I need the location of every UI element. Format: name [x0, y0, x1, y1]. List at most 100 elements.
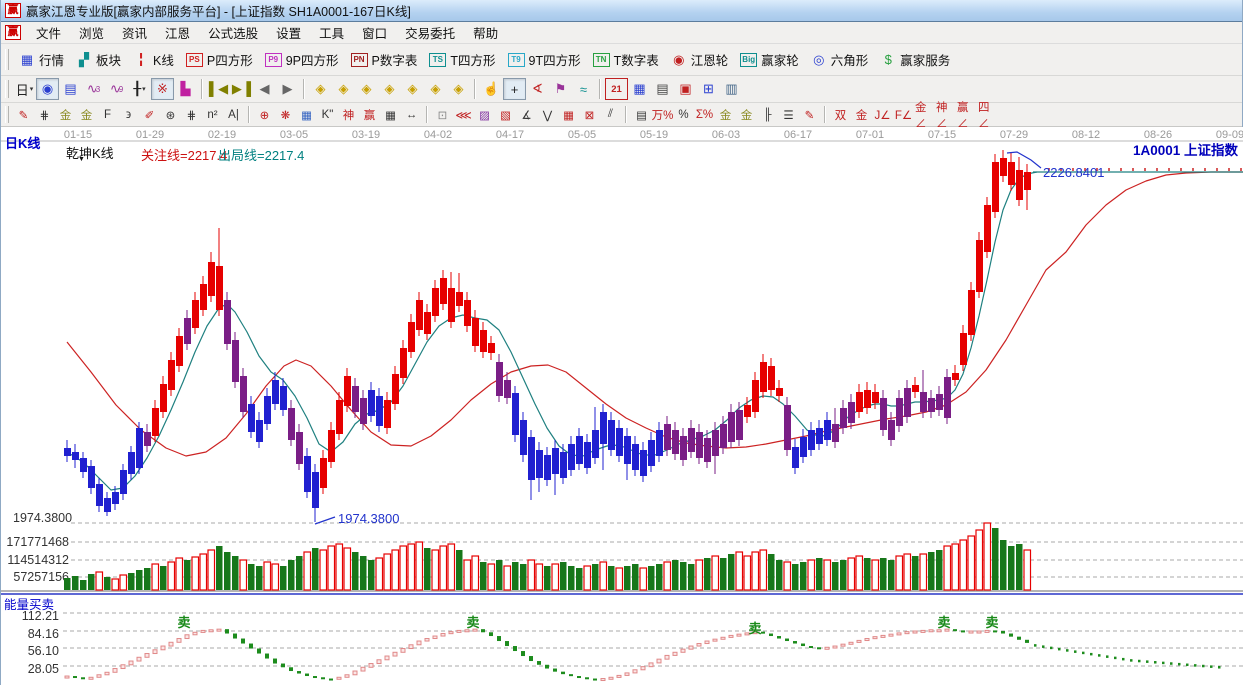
ying-angle-button[interactable]: 赢∠ [956, 102, 977, 130]
hexagon-button[interactable]: ◎ 六角形 [805, 47, 875, 72]
indicator-title[interactable]: 能量买卖 [4, 594, 54, 613]
menu-item-江恩[interactable]: 江恩 [156, 21, 199, 44]
menu-item-窗口[interactable]: 窗口 [353, 21, 396, 44]
box-tool-button[interactable]: ⊡ [432, 105, 453, 125]
n-square-button[interactable]: n² [202, 105, 223, 125]
save-button[interactable]: ▣ [674, 78, 697, 100]
menu-item-工具[interactable]: 工具 [310, 21, 353, 44]
number-axis-button[interactable]: ╟ [757, 105, 778, 125]
zoom-fit-button[interactable]: ◈ [424, 78, 447, 100]
p-number-table-button[interactable]: PN P数字表 [345, 47, 424, 72]
curve-tool-button[interactable]: ≈ [572, 78, 595, 100]
pencil-2-button[interactable]: ✎ [799, 105, 820, 125]
flag-mark-button[interactable]: ⚑ [549, 78, 572, 100]
spiral-button[interactable]: ϶ [118, 105, 139, 125]
menu-item-资讯[interactable]: 资讯 [113, 21, 156, 44]
candle-style-button[interactable]: ╂ ▾ [128, 78, 151, 100]
zoom-h-button[interactable]: ◈ [355, 78, 378, 100]
menu-item-文件[interactable]: 文件 [27, 21, 70, 44]
wave-9-button[interactable]: ∿ 9 [105, 78, 128, 100]
gold-angle-2-button[interactable]: 金∠ [914, 102, 935, 130]
volume-profile-button[interactable]: ▙ [174, 78, 197, 100]
gold-grid-button[interactable]: 金 [55, 105, 76, 125]
angle-fan-button[interactable]: ∡ [516, 105, 537, 125]
go-prev-button[interactable]: ◀ [253, 78, 276, 100]
time-grid-button[interactable]: ⋕ [34, 105, 55, 125]
menu-item-设置[interactable]: 设置 [267, 21, 310, 44]
fan-box-button[interactable]: ▨ [474, 105, 495, 125]
t-square-button[interactable]: TS T四方形 [423, 47, 501, 72]
menu-item-帮助[interactable]: 帮助 [464, 21, 507, 44]
fan-lines-button[interactable]: ⋘ [453, 105, 474, 125]
period-select-button[interactable]: 日 ▾ [13, 78, 36, 100]
percent-line-button[interactable]: Σ% [694, 105, 715, 125]
calendar-button[interactable]: 21 [605, 78, 628, 100]
wave-3-button[interactable]: ∿ 3 [82, 78, 105, 100]
sectors-button[interactable]: ▞ 板块 [70, 47, 127, 72]
qiankun-kline-button[interactable]: ※ [151, 78, 174, 100]
kline-button[interactable]: ╏ K线 [127, 47, 180, 72]
crosshair-tool-button[interactable]: + [503, 78, 526, 100]
gann-wheel-button[interactable]: ◉ 江恩轮 [665, 47, 735, 72]
chevron-down-icon[interactable]: ▼ [78, 156, 85, 163]
measure-button[interactable]: ✐ [139, 105, 160, 125]
fan-box-2-button[interactable]: ▧ [495, 105, 516, 125]
print-button[interactable]: ▥ [720, 78, 743, 100]
gann-web-button[interactable]: ❋ [275, 105, 296, 125]
kline-type-label[interactable]: 乾坤K线 [66, 143, 114, 162]
pattern-search-button[interactable]: ◉ [36, 78, 59, 100]
gold-circle-button[interactable]: 金 [715, 105, 736, 125]
price-grid-arrow-button[interactable]: ⊠ [579, 105, 600, 125]
calculator-button[interactable]: ▦ [628, 78, 651, 100]
menu-item-公式选股[interactable]: 公式选股 [199, 21, 267, 44]
circle-tool-button[interactable]: ⊛ [160, 105, 181, 125]
hand-tool-button[interactable]: ☝ [480, 78, 503, 100]
go-last-button[interactable]: ▶▐ [230, 78, 253, 100]
chart-window-button[interactable]: ⊞ [697, 78, 720, 100]
time-lines-button[interactable]: ⋕ [181, 105, 202, 125]
p-square-button[interactable]: PS P四方形 [180, 47, 259, 72]
shen-lines-button[interactable]: 神 [338, 105, 359, 125]
parallel-lines-button[interactable]: ⫽ [600, 105, 621, 125]
zoom-in-button[interactable]: ◈ [378, 78, 401, 100]
go-first-button[interactable]: ▌◀ [207, 78, 230, 100]
zoom-all-button[interactable]: ◈ [447, 78, 470, 100]
gold-grid-2-button[interactable]: 金 [76, 105, 97, 125]
toolbar-grip[interactable] [5, 48, 9, 71]
zoom-left-button[interactable]: ◈ [309, 78, 332, 100]
toolbar-grip[interactable] [5, 106, 9, 123]
go-next-button[interactable]: ▶ [276, 78, 299, 100]
percent-range-button[interactable]: 万% [652, 105, 674, 125]
shen-angle-button[interactable]: 神∠ [935, 102, 956, 130]
menu-item-浏览[interactable]: 浏览 [70, 21, 113, 44]
number-grid-button[interactable]: ▦ [380, 105, 401, 125]
9t-square-button[interactable]: T9 9T四方形 [502, 47, 587, 72]
zoom-out-button[interactable]: ◈ [401, 78, 424, 100]
kline-chart-canvas[interactable]: 01-15 01-29 02-19 03-05 03-19 04-02 04-17 05-05… [1, 127, 1243, 685]
fib-lines-button[interactable]: F [97, 105, 118, 125]
price-grid-button[interactable]: ▦ [558, 105, 579, 125]
pencil-button[interactable]: ✎ [13, 105, 34, 125]
chart-area[interactable]: 01-15 01-29 02-19 03-05 03-19 04-02 04-17 05-05… [1, 127, 1243, 685]
winner-wheel-button[interactable]: Big 赢家轮 [734, 47, 805, 72]
menu-item-交易委托[interactable]: 交易委托 [396, 21, 464, 44]
quotes-button[interactable]: ▦ 行情 [13, 47, 70, 72]
9p-square-button[interactable]: P9 9P四方形 [259, 47, 345, 72]
notes-button[interactable]: ▤ [651, 78, 674, 100]
gold-angle-button[interactable]: 金 [851, 105, 872, 125]
v-check-button[interactable]: ⋁ [537, 105, 558, 125]
double-lines-button[interactable]: 双 [830, 105, 851, 125]
h-lines-button[interactable]: ☰ [778, 105, 799, 125]
toolbar-grip[interactable] [5, 79, 9, 99]
gann-target-button[interactable]: ⊕ [254, 105, 275, 125]
mdi-child-icon[interactable]: 赢 [5, 25, 21, 40]
t-number-table-button[interactable]: TN T数字表 [587, 47, 665, 72]
f-angle-button[interactable]: F∠ [893, 105, 914, 125]
gann-grid-web-button[interactable]: ▦ [296, 105, 317, 125]
zoom-right-button[interactable]: ◈ [332, 78, 355, 100]
j-angle-button[interactable]: J∠ [872, 105, 893, 125]
ying-lines-button[interactable]: 赢 [359, 105, 380, 125]
span-measure-button[interactable]: ↔ [401, 105, 422, 125]
angle-ruler-button[interactable]: A| [223, 105, 244, 125]
percent-button[interactable]: % [673, 105, 694, 125]
